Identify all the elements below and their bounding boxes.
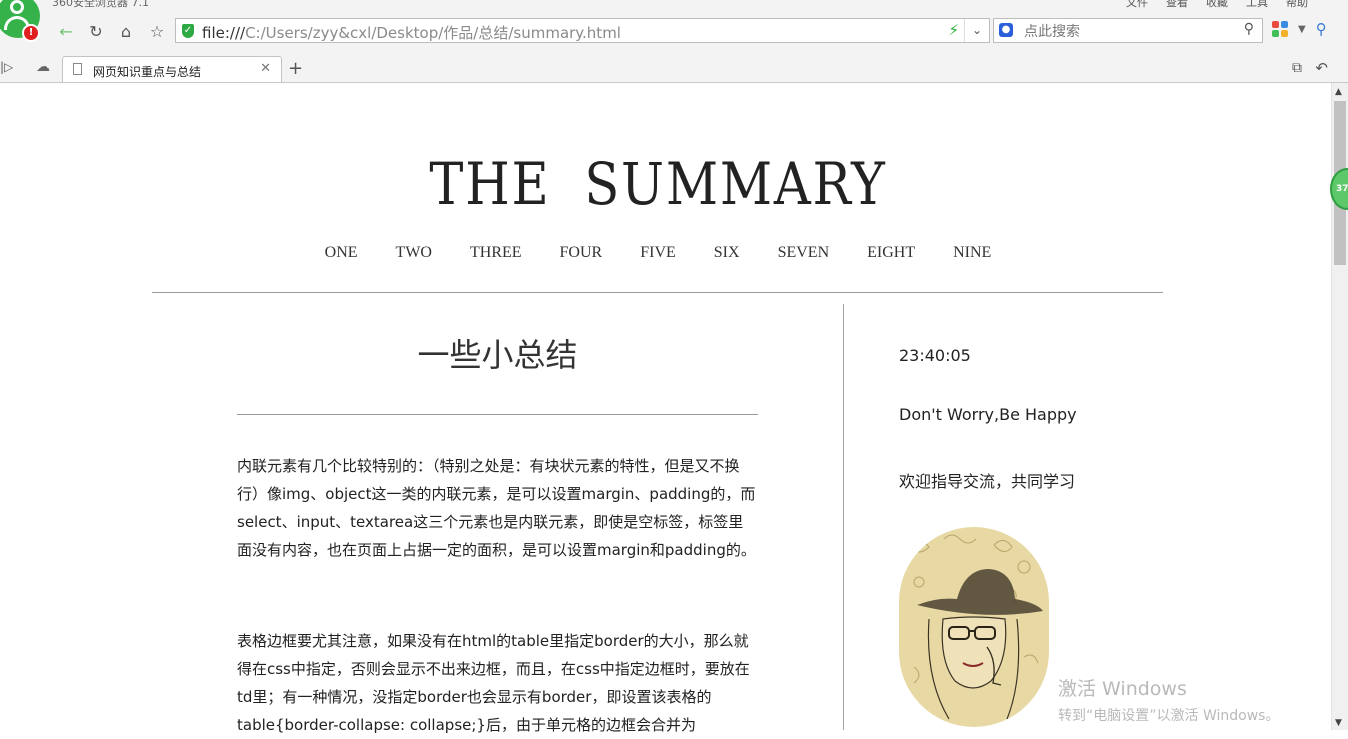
menu-view[interactable]: 查看: [1166, 0, 1188, 10]
refresh-icon[interactable]: ↻: [82, 18, 110, 44]
magnifier-icon[interactable]: ⚲: [1316, 20, 1327, 38]
user-avatar[interactable]: !: [0, 0, 44, 44]
nav-item-one[interactable]: ONE: [325, 244, 358, 262]
home-icon[interactable]: ⌂: [112, 18, 140, 44]
new-tab-button[interactable]: +: [288, 58, 303, 79]
clock-time: 23:40:05: [899, 346, 971, 365]
address-url[interactable]: file:///C:/Users/zyy&cxl/Desktop/作品/总结/s…: [202, 22, 621, 43]
watermark-line2: 转到“电脑设置”以激活 Windows。: [1058, 708, 1280, 724]
menu-bar: 文件 查看 收藏 工具 帮助: [1126, 0, 1308, 10]
url-scheme: file:///: [202, 24, 246, 42]
nav-item-two[interactable]: TWO: [396, 244, 432, 262]
undo-close-icon[interactable]: ↶: [1315, 59, 1328, 77]
windows-activation-watermark: 激活 Windows 转到“电脑设置”以激活 Windows。: [1058, 674, 1279, 725]
article-divider: [237, 414, 758, 415]
column-divider: [843, 304, 844, 730]
document-icon: [73, 63, 82, 75]
app-title: 360安全浏览器 7.1: [52, 0, 149, 9]
tab-title: 网页知识重点与总结: [93, 65, 202, 79]
top-nav: ONE TWO THREE FOUR FIVE SIX SEVEN EIGHT …: [0, 244, 1316, 262]
apps-grid-icon[interactable]: [1272, 21, 1288, 37]
search-icon[interactable]: ⚲: [1244, 21, 1254, 37]
nav-item-six[interactable]: SIX: [714, 244, 740, 262]
nav-item-nine[interactable]: NINE: [953, 244, 991, 262]
scroll-up-icon[interactable]: ▲: [1335, 87, 1342, 97]
close-icon[interactable]: ✕: [260, 61, 271, 76]
scroll-down-icon[interactable]: ▼: [1335, 718, 1342, 728]
tab-active[interactable]: 网页知识重点与总结 ✕: [62, 56, 282, 82]
search-box: ● ⚲: [993, 18, 1263, 43]
lightning-icon[interactable]: ⚡: [948, 21, 959, 39]
site-title: THE SUMMARY: [429, 150, 887, 218]
back-arrow-icon[interactable]: ←: [52, 18, 80, 44]
portrait-image: [899, 527, 1049, 727]
article-title: 一些小总结: [417, 336, 578, 374]
nav-item-seven[interactable]: SEVEN: [778, 244, 830, 262]
nav-item-eight[interactable]: EIGHT: [867, 244, 915, 262]
extension-area: ▼ ⚲: [1272, 20, 1327, 38]
nav-item-five[interactable]: FIVE: [640, 244, 676, 262]
restore-window-icon[interactable]: ⧉: [1292, 60, 1302, 76]
tab-strip: |▷ ☁ 网页知识重点与总结 ✕ + ⧉ ↶: [0, 56, 1348, 82]
motto-text: Don't Worry,Be Happy: [899, 405, 1077, 424]
user-icon: [10, 0, 24, 14]
nav-item-three[interactable]: THREE: [470, 244, 522, 262]
browser-chrome: ! 360安全浏览器 7.1 文件 查看 收藏 工具 帮助 ← ↻ ⌂ ☆ ✓ …: [0, 0, 1348, 83]
menu-favorites[interactable]: 收藏: [1206, 0, 1228, 10]
menu-tools[interactable]: 工具: [1246, 0, 1268, 10]
address-bar[interactable]: ✓ file:///C:/Users/zyy&cxl/Desktop/作品/总结…: [175, 18, 990, 43]
header-divider: [152, 292, 1163, 293]
menu-file[interactable]: 文件: [1126, 0, 1148, 10]
menu-help[interactable]: 帮助: [1286, 0, 1308, 10]
chevron-down-icon[interactable]: ⌄: [964, 19, 989, 42]
search-input[interactable]: [1022, 21, 1236, 42]
cloud-icon[interactable]: ☁: [36, 59, 50, 75]
nav-item-four[interactable]: FOUR: [560, 244, 603, 262]
article-paragraph: 表格边框要尤其注意，如果没有在html的table里指定border的大小，那么…: [237, 632, 750, 734]
star-icon[interactable]: ☆: [143, 18, 171, 44]
welcome-text: 欢迎指导交流，共同学习: [899, 472, 1076, 491]
baidu-paw-icon[interactable]: ●: [999, 23, 1013, 37]
shield-icon: ✓: [182, 24, 194, 38]
alert-icon: !: [22, 24, 40, 42]
article-paragraph: 内联元素有几个比较特别的：（特别之处是：有块状元素的特性，但是又不换行）像img…: [237, 457, 756, 559]
url-path: C:/Users/zyy&cxl/Desktop/作品/总结/summary.h…: [245, 24, 621, 42]
watermark-line1: 激活 Windows: [1058, 678, 1187, 700]
girl-with-hat-illustration: [908, 534, 1043, 720]
chevron-down-icon[interactable]: ▼: [1298, 24, 1306, 35]
sidebar-toggle-icon[interactable]: |▷: [0, 60, 13, 74]
